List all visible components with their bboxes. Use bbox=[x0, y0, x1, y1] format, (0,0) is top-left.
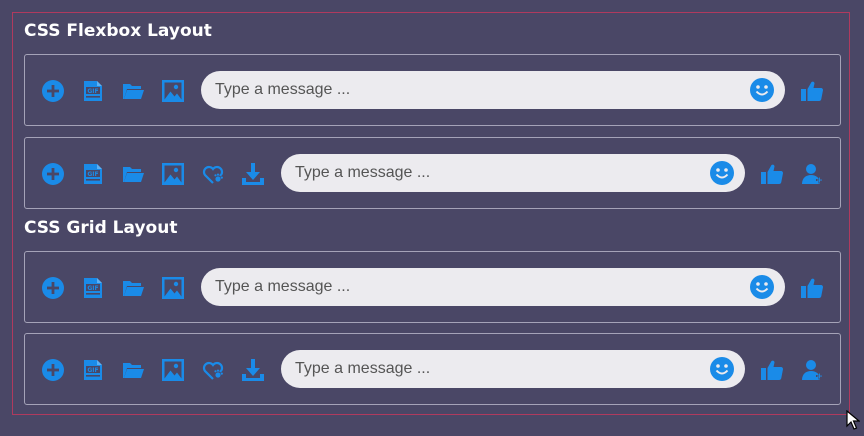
message-input[interactable] bbox=[295, 350, 695, 388]
message-input-wrapper bbox=[281, 154, 745, 192]
flex-composer-bar-short bbox=[24, 54, 841, 126]
grid-section-title: CSS Grid Layout bbox=[24, 218, 178, 238]
thumbs-up-icon[interactable] bbox=[759, 161, 785, 187]
image-icon[interactable] bbox=[160, 161, 186, 187]
flex-composer-bar-full bbox=[24, 137, 841, 209]
gif-icon[interactable] bbox=[80, 78, 106, 104]
download-icon[interactable] bbox=[240, 357, 266, 383]
gif-icon[interactable] bbox=[80, 275, 106, 301]
folder-icon[interactable] bbox=[120, 357, 146, 383]
folder-icon[interactable] bbox=[120, 275, 146, 301]
message-input[interactable] bbox=[295, 154, 695, 192]
grid-composer-bar-full bbox=[24, 333, 841, 405]
plus-circle-icon[interactable] bbox=[40, 161, 66, 187]
smiley-icon[interactable] bbox=[750, 275, 774, 299]
smiley-icon[interactable] bbox=[710, 161, 734, 185]
thumbs-up-icon[interactable] bbox=[799, 275, 825, 301]
download-icon[interactable] bbox=[240, 161, 266, 187]
thumbs-up-icon[interactable] bbox=[799, 78, 825, 104]
image-icon[interactable] bbox=[160, 357, 186, 383]
image-icon[interactable] bbox=[160, 78, 186, 104]
message-input-wrapper bbox=[201, 268, 785, 306]
plus-circle-icon[interactable] bbox=[40, 357, 66, 383]
plus-circle-icon[interactable] bbox=[40, 78, 66, 104]
gif-icon[interactable] bbox=[80, 161, 106, 187]
gif-icon[interactable] bbox=[80, 357, 106, 383]
flexbox-section-title: CSS Flexbox Layout bbox=[24, 21, 212, 41]
message-input[interactable] bbox=[215, 71, 735, 109]
user-plus-icon[interactable] bbox=[799, 357, 825, 383]
paw-heart-icon[interactable] bbox=[200, 357, 226, 383]
message-input-wrapper bbox=[281, 350, 745, 388]
image-icon[interactable] bbox=[160, 275, 186, 301]
folder-icon[interactable] bbox=[120, 78, 146, 104]
thumbs-up-icon[interactable] bbox=[759, 357, 785, 383]
grid-composer-bar-short bbox=[24, 251, 841, 323]
plus-circle-icon[interactable] bbox=[40, 275, 66, 301]
smiley-icon[interactable] bbox=[710, 357, 734, 381]
mouse-pointer-icon bbox=[846, 410, 860, 430]
paw-heart-icon[interactable] bbox=[200, 161, 226, 187]
user-plus-icon[interactable] bbox=[799, 161, 825, 187]
message-input-wrapper bbox=[201, 71, 785, 109]
message-input[interactable] bbox=[215, 268, 735, 306]
smiley-icon[interactable] bbox=[750, 78, 774, 102]
folder-icon[interactable] bbox=[120, 161, 146, 187]
